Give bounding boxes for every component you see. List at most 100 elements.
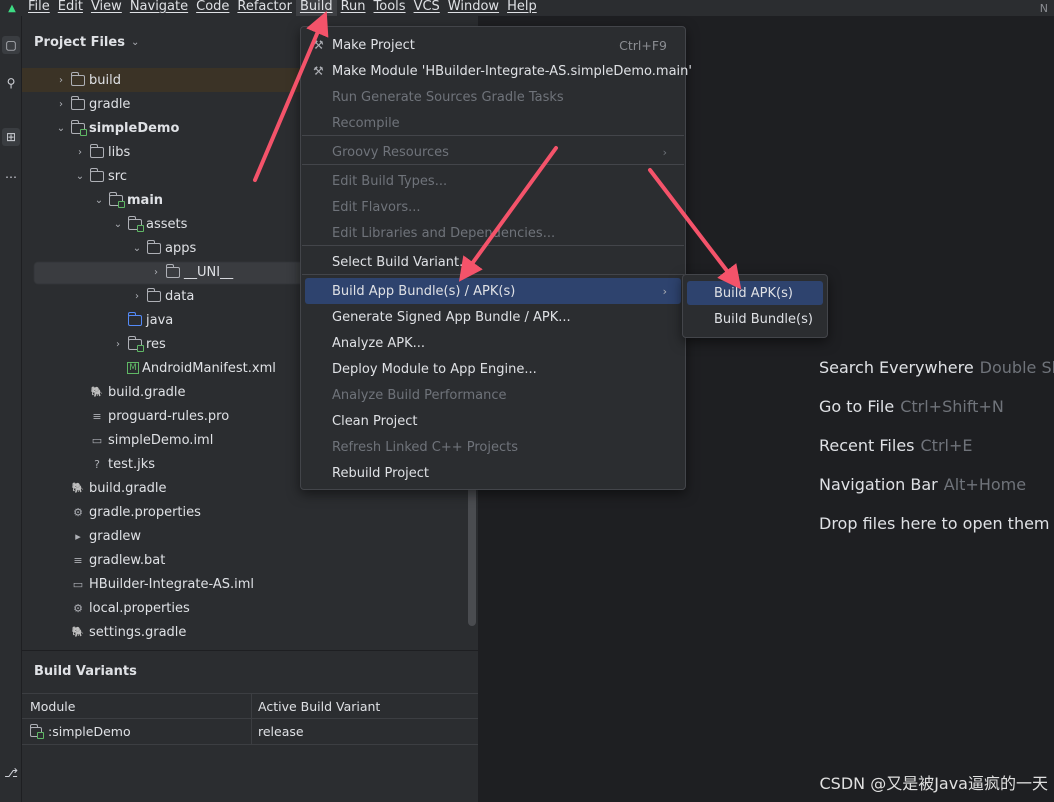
menu-item-rebuild-project[interactable]: Rebuild Project	[305, 460, 681, 486]
menu-item-edit-libraries-and-dependencies: Edit Libraries and Dependencies...	[305, 220, 681, 246]
chevron-down-icon[interactable]: ⌄	[111, 219, 125, 230]
tree-item-label: settings.gradle	[89, 624, 187, 640]
menu-item-label: Rebuild Project	[332, 465, 430, 481]
menu-refactor[interactable]: Refactor	[233, 0, 296, 16]
tree-item-label: main	[127, 192, 164, 208]
menu-edit[interactable]: Edit	[54, 0, 87, 16]
tree-item-label: local.properties	[89, 600, 190, 616]
build-menu-popup: ⚒ Make Project Ctrl+F9 ⚒ Make Module 'HBuild…	[300, 26, 692, 490]
main-menu-bar: ▲ File Edit View Navigate Code Refactor Build R…	[0, 0, 1054, 16]
chevron-down-icon: ⌄	[130, 36, 140, 48]
menu-item-label: Edit Flavors...	[332, 199, 421, 215]
menu-navigate[interactable]: Navigate	[126, 0, 192, 16]
menu-item-analyze-apk[interactable]: Analyze APK...	[305, 330, 681, 356]
menu-item-run-generate-sources-gradle-tasks: Run Generate Sources Gradle Tasks	[305, 84, 681, 110]
tree-item-label: data	[165, 288, 195, 304]
tree-item-label: libs	[108, 144, 131, 160]
build-variants-tool-icon[interactable]: ⊞	[2, 128, 20, 146]
menu-item-clean-project[interactable]: Clean Project	[305, 408, 681, 434]
menu-item-label: Analyze APK...	[332, 335, 426, 351]
menu-item-label: Clean Project	[332, 413, 418, 429]
hint-label: Navigation Bar	[819, 475, 938, 494]
hint-shortcut: Ctrl+E	[920, 436, 973, 455]
menu-item-recompile: Recompile	[305, 110, 681, 136]
gradle-icon: 🐘	[90, 386, 104, 398]
chevron-right-icon[interactable]: ›	[130, 291, 144, 302]
source-folder-icon	[127, 311, 143, 327]
chevron-right-icon[interactable]: ›	[73, 147, 87, 158]
more-tools-icon[interactable]: ⋯	[2, 168, 20, 186]
tree-item-label: test.jks	[108, 456, 156, 472]
tree-item-label: simpleDemo.iml	[108, 432, 214, 448]
menu-item-generate-signed-app-bundle-apk[interactable]: Generate Signed App Bundle / APK...	[305, 304, 681, 330]
chevron-down-icon[interactable]: ⌄	[54, 123, 68, 134]
commit-tool-icon[interactable]: ⚲	[2, 74, 20, 92]
module-folder-icon	[29, 723, 44, 739]
tree-item-label: java	[146, 312, 174, 328]
variant-cell[interactable]: release	[252, 719, 478, 744]
csdn-watermark: CSDN @又是被Java逼疯的一天	[819, 774, 1048, 793]
tree-item[interactable]: ⚙ local.properties	[22, 596, 478, 620]
tree-item-label: src	[108, 168, 127, 184]
tree-item[interactable]: ⚙ gradle.properties	[22, 500, 478, 524]
submenu-item-build-bundle-s[interactable]: Build Bundle(s)	[687, 307, 823, 331]
menu-view[interactable]: View	[87, 0, 126, 16]
hint-label: Search Everywhere	[819, 358, 974, 377]
menu-item-build-app-bundle-s-apk-s[interactable]: Build App Bundle(s) / APK(s) ›	[305, 278, 681, 304]
tree-item-label: gradle	[89, 96, 131, 112]
tree-item[interactable]: 🐘 settings.gradle	[22, 620, 478, 644]
menu-window[interactable]: Window	[444, 0, 503, 16]
tree-item-label: proguard-rules.pro	[108, 408, 230, 424]
chevron-down-icon[interactable]: ⌄	[92, 195, 106, 206]
bottom-tool-icon[interactable]: ⎇	[2, 764, 20, 782]
menu-item-make-project[interactable]: ⚒ Make Project Ctrl+F9	[305, 32, 681, 58]
menu-code[interactable]: Code	[192, 0, 233, 16]
settings-file-icon: ⚙	[73, 505, 83, 519]
menu-item-make-module-hbuilder-integrate-as-simpledemo-main[interactable]: ⚒ Make Module 'HBuilder-Integrate-AS.simp…	[305, 58, 692, 84]
tree-item-label: HBuilder-Integrate-AS.iml	[89, 576, 255, 592]
hammer-icon: ⚒	[313, 38, 324, 52]
menu-item-shortcut: Ctrl+F9	[619, 37, 667, 53]
chevron-right-icon[interactable]: ›	[149, 267, 163, 278]
table-row[interactable]: :simpleDemo release	[22, 719, 478, 745]
folder-icon	[70, 71, 86, 87]
unknown-file-icon: ?	[94, 457, 100, 471]
column-header-module[interactable]: Module	[22, 694, 252, 718]
settings-file-icon: ⚙	[73, 601, 83, 615]
folder-icon	[89, 143, 105, 159]
chevron-right-icon[interactable]: ›	[54, 75, 68, 86]
menu-run[interactable]: Run	[337, 0, 370, 16]
tree-item-label: build.gradle	[108, 384, 186, 400]
menu-item-select-build-variant[interactable]: Select Build Variant...	[305, 249, 681, 275]
menubar-right-text: N	[1039, 1, 1048, 15]
folder-icon	[165, 263, 181, 279]
menu-item-label: Make Project	[332, 37, 415, 53]
menu-tools[interactable]: Tools	[370, 0, 410, 16]
tree-item-label: gradle.properties	[89, 504, 201, 520]
column-header-variant[interactable]: Active Build Variant	[252, 694, 478, 718]
folder-icon	[146, 287, 162, 303]
menu-vcs[interactable]: VCS	[410, 0, 444, 16]
iml-file-icon: ▭	[91, 433, 103, 447]
menu-item-deploy-module-to-app-engine[interactable]: Deploy Module to App Engine...	[305, 356, 681, 382]
editor-hint: Drop files here to open them	[819, 514, 1050, 533]
tree-item[interactable]: ▭ HBuilder-Integrate-AS.iml	[22, 572, 478, 596]
menu-build[interactable]: Build	[295, 0, 337, 16]
menu-file[interactable]: File	[24, 0, 54, 16]
project-tool-icon[interactable]: ▢	[2, 36, 20, 54]
tree-item[interactable]: ≡ gradlew.bat	[22, 548, 478, 572]
chevron-right-icon[interactable]: ›	[54, 99, 68, 110]
menu-item-label: Groovy Resources	[332, 144, 449, 160]
build-variants-table: Module Active Build Variant :simpleDemo …	[22, 693, 478, 745]
menu-help[interactable]: Help	[503, 0, 541, 16]
build-apk-submenu: Build APK(s) Build Bundle(s)	[682, 274, 828, 338]
tree-item-label: assets	[146, 216, 188, 232]
gradle-icon: 🐘	[71, 482, 85, 494]
tree-item[interactable]: ▸ gradlew	[22, 524, 478, 548]
submenu-item-build-apk-s[interactable]: Build APK(s)	[687, 281, 823, 305]
chevron-down-icon[interactable]: ⌄	[130, 243, 144, 254]
chevron-right-icon[interactable]: ›	[111, 339, 125, 350]
chevron-down-icon[interactable]: ⌄	[73, 171, 87, 182]
tree-item-label: gradlew	[89, 528, 142, 544]
folder-icon	[70, 95, 86, 111]
